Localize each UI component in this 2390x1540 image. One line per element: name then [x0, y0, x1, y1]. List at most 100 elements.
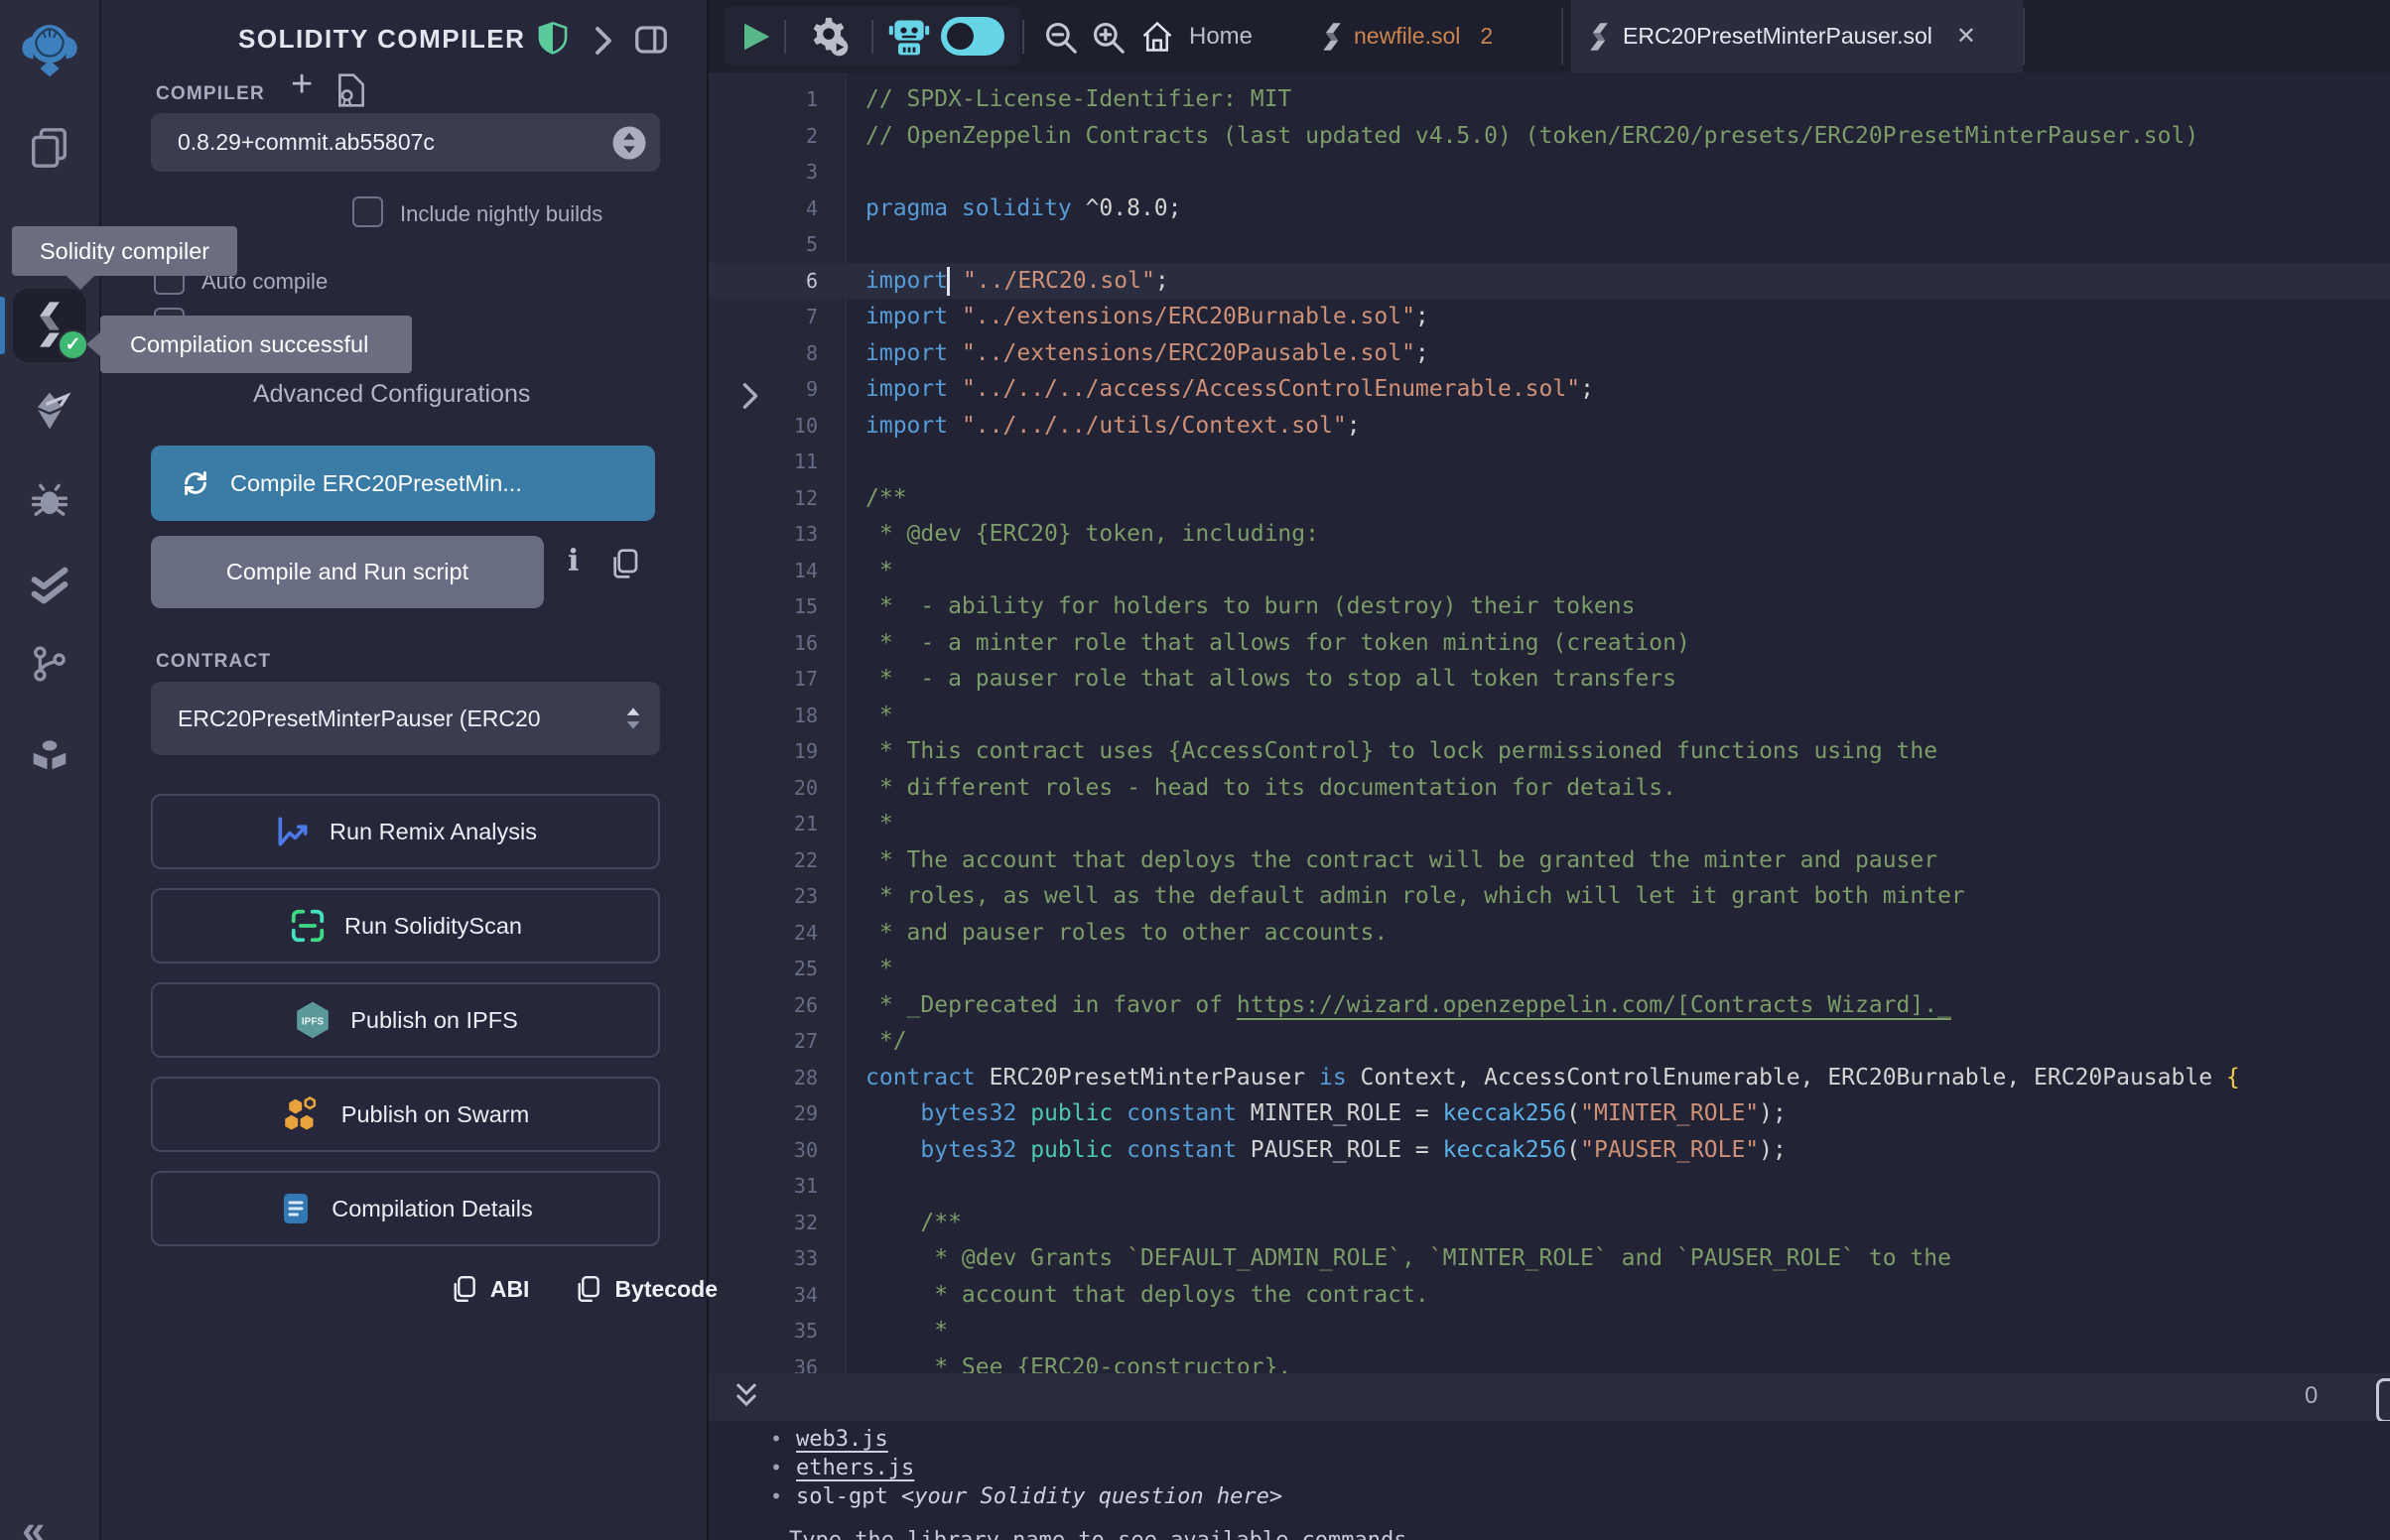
copy-bytecode-label[interactable]: Bytecode — [614, 1276, 718, 1303]
code-line[interactable]: 32 /** — [707, 1205, 2390, 1241]
code-line[interactable]: 31 — [707, 1168, 2390, 1205]
run-settings-gear-icon[interactable] — [806, 14, 852, 60]
tab-newfile[interactable]: newfile.sol 2 — [1322, 0, 1493, 72]
line-number: 13 — [707, 516, 818, 553]
compiler-config-file-icon[interactable] — [335, 71, 367, 109]
code-line[interactable]: 29 bytes32 public constant MINTER_ROLE =… — [707, 1095, 2390, 1132]
line-number: 8 — [707, 335, 818, 372]
code-line[interactable]: 18 * — [707, 698, 2390, 734]
code-line[interactable]: 8import "../extensions/ERC20Pausable.sol… — [707, 335, 2390, 372]
code-line[interactable]: 15 * - ability for holders to burn (dest… — [707, 588, 2390, 625]
code-line[interactable]: 34 * account that deploys the contract. — [707, 1277, 2390, 1314]
info-icon[interactable]: i — [568, 544, 579, 578]
line-content: * - a minter role that allows for token … — [818, 625, 1690, 662]
tab-active-file[interactable]: ERC20PresetMinterPauser.sol ✕ — [1571, 0, 2023, 72]
debugger-bug-icon[interactable] — [0, 478, 99, 522]
code-line[interactable]: 36 * See {ERC20-constructor}. — [707, 1349, 2390, 1375]
ai-robot-icon[interactable] — [887, 15, 931, 59]
terminal-list-item[interactable]: •sol-gpt <your Solidity question here> — [770, 1482, 1282, 1511]
contract-select[interactable]: ERC20PresetMinterPauser (ERC20 — [151, 682, 660, 755]
line-number: 36 — [707, 1349, 818, 1375]
zoom-in-icon[interactable] — [1090, 19, 1128, 57]
line-number: 22 — [707, 842, 818, 879]
run-solidityscan-label: Run SolidityScan — [344, 913, 522, 940]
line-number: 19 — [707, 733, 818, 770]
deploy-run-icon[interactable] — [0, 389, 99, 433]
code-line[interactable]: 17 * - a pauser role that allows to stop… — [707, 661, 2390, 698]
tab-home-label: Home — [1189, 23, 1253, 51]
run-script-button[interactable] — [740, 20, 772, 54]
code-line[interactable]: 19 * This contract uses {AccessControl} … — [707, 733, 2390, 770]
run-solidityscan-button[interactable]: Run SolidityScan — [151, 888, 660, 963]
terminal[interactable]: •web3.js•ethers.js•sol-gpt <your Solidit… — [707, 1421, 2390, 1540]
git-icon[interactable] — [0, 643, 99, 685]
line-content: * @dev Grants `DEFAULT_ADMIN_ROLE`, `MIN… — [818, 1240, 1951, 1277]
copy-icon[interactable] — [575, 1274, 600, 1304]
code-line[interactable]: 35 * — [707, 1313, 2390, 1349]
expand-terminal-icon[interactable] — [732, 1381, 760, 1411]
code-line[interactable]: 30 bytes32 public constant PAUSER_ROLE =… — [707, 1132, 2390, 1169]
terminal-search-input[interactable] — [2376, 1378, 2390, 1423]
zoom-out-icon[interactable] — [1042, 19, 1080, 57]
file-explorer-icon[interactable] — [0, 125, 99, 171]
static-analysis-icon[interactable] — [0, 564, 99, 609]
publish-ipfs-button[interactable]: IPFS Publish on IPFS — [151, 982, 660, 1058]
code-line[interactable]: 21 * — [707, 806, 2390, 842]
svg-text:IPFS: IPFS — [302, 1016, 325, 1027]
nightly-builds-checkbox[interactable] — [352, 196, 383, 227]
remix-logo[interactable] — [0, 14, 99, 79]
copy-icon[interactable] — [609, 548, 639, 579]
terminal-list-item[interactable]: •web3.js — [770, 1425, 888, 1454]
code-line[interactable]: 6import "../ERC20.sol"; — [707, 263, 2390, 300]
add-compiler-icon[interactable]: + — [291, 64, 313, 106]
code-line[interactable]: 7import "../extensions/ERC20Burnable.sol… — [707, 299, 2390, 335]
code-line[interactable]: 3 — [707, 154, 2390, 191]
code-line[interactable]: 23 * roles, as well as the default admin… — [707, 878, 2390, 915]
code-line[interactable]: 2// OpenZeppelin Contracts (last updated… — [707, 118, 2390, 155]
code-line[interactable]: 27 */ — [707, 1023, 2390, 1060]
copy-icon[interactable] — [451, 1274, 476, 1304]
code-line[interactable]: 4pragma solidity ^0.8.0; — [707, 191, 2390, 227]
split-panel-icon[interactable] — [632, 22, 670, 58]
code-line[interactable]: 20 * different roles - head to its docum… — [707, 770, 2390, 807]
ai-toggle[interactable] — [941, 17, 1004, 56]
line-number: 6 — [707, 263, 818, 300]
code-line[interactable]: 28contract ERC20PresetMinterPauser is Co… — [707, 1060, 2390, 1096]
tab-home[interactable]: Home — [1139, 0, 1253, 72]
code-line[interactable]: 5 — [707, 226, 2390, 263]
line-number: 29 — [707, 1095, 818, 1132]
code-line[interactable]: 26 * _Deprecated in favor of https://wiz… — [707, 987, 2390, 1024]
compile-and-run-button[interactable]: Compile and Run script — [151, 536, 544, 608]
compilation-success-badge: ✓ — [58, 329, 88, 360]
close-tab-icon[interactable]: ✕ — [1956, 22, 1976, 51]
chevron-right-icon[interactable] — [594, 26, 613, 56]
plugin-manager-icon[interactable] — [0, 732, 99, 778]
code-line[interactable]: 22 * The account that deploys the contra… — [707, 842, 2390, 879]
code-line[interactable]: 14 * — [707, 553, 2390, 589]
advanced-configurations[interactable]: Advanced Configurations — [253, 380, 759, 409]
compile-button[interactable]: Compile ERC20PresetMin... — [151, 446, 655, 521]
code-line[interactable]: 24 * and pauser roles to other accounts. — [707, 915, 2390, 952]
code-line[interactable]: 9import "../../../access/AccessControlEn… — [707, 371, 2390, 408]
code-line[interactable]: 25 * — [707, 951, 2390, 987]
code-line[interactable]: 1// SPDX-License-Identifier: MIT — [707, 81, 2390, 118]
line-content: * different roles - head to its document… — [818, 770, 1676, 807]
shield-icon[interactable] — [537, 22, 569, 56]
run-remix-analysis-button[interactable]: Run Remix Analysis — [151, 794, 660, 869]
code-editor[interactable]: 1// SPDX-License-Identifier: MIT2// Open… — [707, 72, 2390, 1374]
code-line[interactable]: 33 * @dev Grants `DEFAULT_ADMIN_ROLE`, `… — [707, 1240, 2390, 1277]
line-content: * account that deploys the contract. — [818, 1277, 1429, 1314]
code-line[interactable]: 10import "../../../utils/Context.sol"; — [707, 408, 2390, 445]
code-line[interactable]: 12/** — [707, 480, 2390, 517]
refresh-icon — [181, 468, 210, 498]
terminal-list-item[interactable]: •ethers.js — [770, 1454, 914, 1482]
compiler-version-select[interactable]: 0.8.29+commit.ab55807c — [151, 113, 660, 172]
publish-swarm-button[interactable]: Publish on Swarm — [151, 1077, 660, 1152]
swarm-icon — [282, 1094, 324, 1134]
code-line[interactable]: 16 * - a minter role that allows for tok… — [707, 625, 2390, 662]
code-line[interactable]: 13 * @dev {ERC20} token, including: — [707, 516, 2390, 553]
collapse-sidebar-icon[interactable]: « — [22, 1506, 45, 1540]
code-line[interactable]: 11 — [707, 444, 2390, 480]
compilation-details-button[interactable]: Compilation Details — [151, 1171, 660, 1246]
copy-abi-label[interactable]: ABI — [490, 1276, 530, 1303]
